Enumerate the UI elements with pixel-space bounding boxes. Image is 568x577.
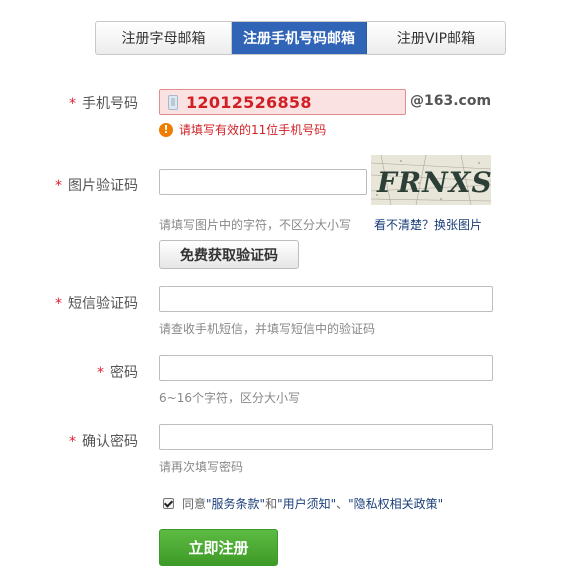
agreement-separator: 、 — [336, 497, 349, 511]
phone-label-text: 手机号码 — [82, 96, 138, 112]
email-suffix: @163.com — [410, 93, 492, 109]
tab-vip-email[interactable]: 注册VIP邮箱 — [367, 22, 505, 54]
password-input[interactable] — [159, 355, 493, 381]
password-hint: 6~16个字符，区分大小写 — [159, 391, 300, 405]
confirm-label-text: 确认密码 — [82, 434, 138, 450]
confirm-password-hint: 请再次填写密码 — [159, 460, 244, 474]
captcha-label: * 图片验证码 — [55, 175, 138, 195]
confirm-password-input[interactable] — [159, 424, 493, 450]
captcha-image[interactable]: FRNXS — [371, 155, 491, 205]
captcha-input[interactable] — [159, 169, 367, 195]
phone-label: * 手机号码 — [69, 93, 138, 113]
password-label-text: 密码 — [110, 365, 138, 381]
confirm-password-label: * 确认密码 — [69, 431, 138, 451]
phone-icon — [168, 95, 178, 110]
phone-input[interactable] — [159, 89, 406, 115]
warning-icon: ! — [159, 122, 173, 137]
captcha-hint: 请填写图片中的字符，不区分大小写 — [159, 218, 352, 232]
agreement-and: 和 — [265, 497, 278, 511]
required-marker: * — [55, 296, 62, 312]
sms-hint: 请查收手机短信，并填写短信中的验证码 — [159, 322, 376, 336]
user-notice-link[interactable]: "用户须知" — [277, 495, 336, 512]
refresh-captcha-link[interactable]: 看不清楚？换张图片 — [374, 216, 482, 233]
registration-tabs: 注册字母邮箱 注册手机号码邮箱 注册VIP邮箱 — [95, 21, 506, 55]
tab-letter-email[interactable]: 注册字母邮箱 — [96, 22, 232, 54]
captcha-graphic: FRNXS — [371, 155, 491, 205]
captcha-label-text: 图片验证码 — [68, 178, 138, 194]
required-marker: * — [97, 365, 104, 381]
required-marker: * — [69, 96, 76, 112]
agreement-checkbox[interactable] — [163, 498, 174, 509]
terms-of-service-link[interactable]: "服务条款" — [206, 495, 265, 512]
agreement-prefix: 同意 — [182, 497, 207, 511]
get-sms-code-button[interactable]: 免费获取验证码 — [159, 240, 299, 269]
phone-error-text: 请填写有效的11位手机号码 — [179, 123, 327, 137]
tab-phone-email[interactable]: 注册手机号码邮箱 — [232, 22, 367, 54]
privacy-policy-link[interactable]: "隐私权相关政策" — [348, 495, 443, 512]
required-marker: * — [55, 178, 62, 194]
phone-error: ! 请填写有效的11位手机号码 — [159, 121, 326, 138]
sms-label-text: 短信验证码 — [68, 296, 138, 312]
agreement-row: 同意 "服务条款" 和 "用户须知" 、 "隐私权相关政策" — [163, 495, 443, 512]
captcha-text: FRNXS — [376, 166, 491, 199]
register-button[interactable]: 立即注册 — [159, 529, 278, 566]
required-marker: * — [69, 434, 76, 450]
sms-code-input[interactable] — [159, 286, 493, 312]
password-label: * 密码 — [97, 362, 138, 382]
sms-label: * 短信验证码 — [55, 293, 138, 313]
